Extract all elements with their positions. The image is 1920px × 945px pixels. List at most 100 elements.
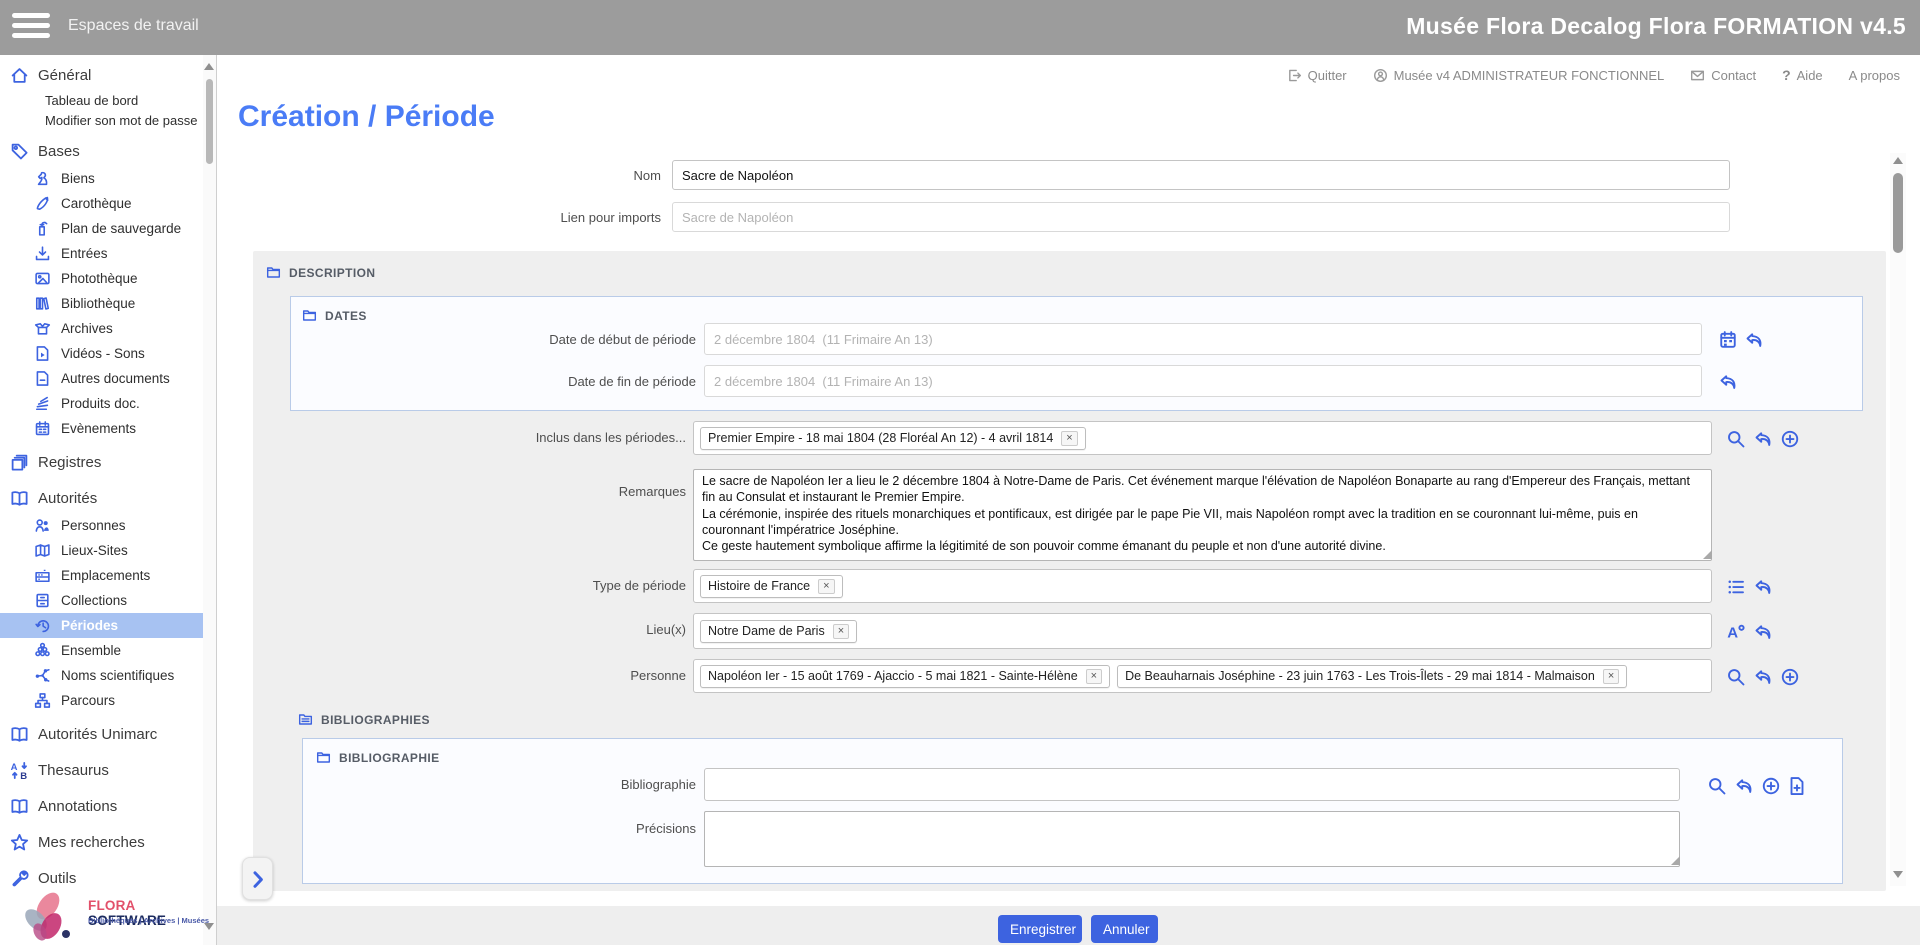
sidebar-item-noms-scientifiques[interactable]: Noms scientifiques: [0, 663, 203, 688]
sidebar-scrollbar[interactable]: [203, 55, 216, 945]
sidebar-item-autorites-unimarc[interactable]: Autorités Unimarc: [0, 719, 203, 749]
sidebar-item-parcours[interactable]: Parcours: [0, 688, 203, 713]
chip-remove-icon[interactable]: ×: [818, 579, 834, 594]
inclus-periodes-field[interactable]: Premier Empire - 18 mai 1804 (28 Floréal…: [693, 421, 1712, 455]
new-document-icon[interactable]: [1787, 776, 1807, 796]
workspace-label: Espaces de travail: [68, 17, 199, 35]
undo-icon[interactable]: [1734, 776, 1754, 796]
nom-input[interactable]: [672, 160, 1730, 190]
chip-remove-icon[interactable]: ×: [1603, 669, 1619, 684]
folder-icon: [266, 265, 281, 280]
lien-imports-label: Lien pour imports: [380, 210, 661, 225]
apropos-link[interactable]: A propos: [1849, 68, 1900, 83]
save-button[interactable]: Enregistrer: [998, 915, 1082, 943]
add-circle-icon[interactable]: [1761, 776, 1781, 796]
sidebar-item-evenements[interactable]: Evènements: [0, 416, 203, 441]
sidebar-scrollbar-thumb[interactable]: [206, 79, 213, 164]
sidebar-item-thesaurus[interactable]: ABThesaurus: [0, 755, 203, 785]
add-circle-icon[interactable]: [1780, 429, 1800, 449]
sidebar-item-label: Produits doc.: [61, 396, 140, 411]
sidebar-item-archives[interactable]: Archives: [0, 316, 203, 341]
undo-icon[interactable]: [1718, 372, 1738, 392]
undo-icon[interactable]: [1753, 429, 1773, 449]
sidebar-item-label: Modifier son mot de passe: [45, 113, 197, 128]
hamburger-menu-icon[interactable]: [12, 13, 50, 42]
remarques-textarea[interactable]: Le sacre de Napoléon Ier a lieu le 2 déc…: [693, 469, 1712, 561]
sidebar-item-produits-doc[interactable]: Produits doc.: [0, 391, 203, 416]
precisions-textarea[interactable]: [704, 811, 1680, 867]
page-title: Création / Période: [238, 100, 495, 134]
sidebar-item-emplacements[interactable]: Emplacements: [0, 563, 203, 588]
contact-link[interactable]: Contact: [1690, 68, 1756, 83]
chess-knight-icon: [34, 170, 51, 187]
sidebar-item-registres[interactable]: Registres: [0, 447, 203, 477]
sidebar-item-autorites[interactable]: Autorités: [0, 483, 203, 513]
sidebar-item-label: Tableau de bord: [45, 93, 138, 108]
sidebar-item-collections[interactable]: Collections: [0, 588, 203, 613]
sidebar-item-ensemble[interactable]: Ensemble: [0, 638, 203, 663]
nom-label: Nom: [380, 168, 661, 183]
date-debut-input[interactable]: [704, 323, 1702, 355]
sidebar-item-label: Autorités: [38, 490, 97, 507]
sidebar-item-label: Entrées: [61, 246, 108, 261]
sidebar-item-annotations[interactable]: Annotations: [0, 791, 203, 821]
add-circle-icon[interactable]: [1780, 667, 1800, 687]
expand-panel-button[interactable]: [242, 857, 273, 900]
personne-field[interactable]: Napoléon Ier - 15 août 1769 - Ajaccio - …: [693, 659, 1712, 693]
sidebar-item-modifier-son-mot-de-passe[interactable]: Modifier son mot de passe: [0, 110, 203, 130]
sidebar-item-plan-de-sauvegarde[interactable]: Plan de sauvegarde: [0, 216, 203, 241]
sidebar-item-mes-recherches[interactable]: Mes recherches: [0, 827, 203, 857]
user-account-link[interactable]: Musée v4 ADMINISTRATEUR FONCTIONNEL: [1373, 68, 1665, 83]
sidebar-item-personnes[interactable]: Personnes: [0, 513, 203, 538]
date-fin-input[interactable]: [704, 365, 1702, 397]
sidebar-item-label: Biens: [61, 171, 95, 186]
undo-icon[interactable]: [1753, 667, 1773, 687]
scroll-up-icon[interactable]: [204, 63, 214, 70]
main-scrollbar[interactable]: [1890, 153, 1906, 886]
sidebar-item-phototheque[interactable]: Photothèque: [0, 266, 203, 291]
type-periode-field[interactable]: Histoire de France ×: [693, 569, 1712, 603]
flora-software-logo: FLORA SOFTWARE Bibliothèques | Archives …: [18, 890, 203, 945]
sidebar-item-carotheque[interactable]: Carothèque: [0, 191, 203, 216]
undo-icon[interactable]: [1744, 330, 1764, 350]
sidebar-item-general[interactable]: Général: [0, 60, 203, 90]
calendar-picker-icon[interactable]: [1718, 330, 1738, 350]
date-debut-label: Date de début de période: [400, 332, 696, 347]
lieux-field[interactable]: Notre Dame de Paris ×: [693, 613, 1712, 649]
sidebar-item-outils[interactable]: Outils: [0, 863, 203, 893]
search-icon[interactable]: [1726, 429, 1746, 449]
scroll-down-icon[interactable]: [1893, 871, 1903, 878]
sidebar-item-lieux-sites[interactable]: Lieux-Sites: [0, 538, 203, 563]
sidebar-item-bases[interactable]: Bases: [0, 136, 203, 166]
home-icon: [10, 66, 29, 85]
bibliographie-input[interactable]: [704, 768, 1680, 801]
search-icon[interactable]: [1726, 667, 1746, 687]
quitter-link[interactable]: Quitter: [1287, 68, 1347, 83]
star-icon: [10, 833, 29, 852]
list-icon[interactable]: [1726, 577, 1746, 597]
cancel-button[interactable]: Annuler: [1091, 915, 1158, 943]
chip-remove-icon[interactable]: ×: [1086, 669, 1102, 684]
sidebar-item-bibliotheque[interactable]: Bibliothèque: [0, 291, 203, 316]
butterfly-logo-icon: [18, 890, 76, 945]
chip-remove-icon[interactable]: ×: [1061, 431, 1077, 446]
hierarchy-icon: [34, 692, 51, 709]
alphabetical-index-icon[interactable]: A: [1726, 622, 1746, 642]
sidebar-item-tableau-de-bord[interactable]: Tableau de bord: [0, 90, 203, 110]
periode-chip: Premier Empire - 18 mai 1804 (28 Floréal…: [700, 427, 1086, 450]
aide-link[interactable]: ? Aide: [1782, 67, 1823, 83]
sidebar-item-videos-sons[interactable]: Vidéos - Sons: [0, 341, 203, 366]
sidebar-item-autres-documents[interactable]: Autres documents: [0, 366, 203, 391]
sidebar-item-biens[interactable]: Biens: [0, 166, 203, 191]
sidebar-item-periodes[interactable]: Périodes: [0, 613, 203, 638]
sidebar-item-label: Mes recherches: [38, 834, 145, 851]
lien-imports-input[interactable]: [672, 202, 1730, 232]
bibliographie-section-title: BIBLIOGRAPHIE: [316, 750, 440, 765]
sidebar-item-entrees[interactable]: Entrées: [0, 241, 203, 266]
main-scrollbar-thumb[interactable]: [1893, 173, 1903, 253]
undo-icon[interactable]: [1753, 577, 1773, 597]
undo-icon[interactable]: [1753, 622, 1773, 642]
chip-remove-icon[interactable]: ×: [833, 624, 849, 639]
search-icon[interactable]: [1707, 776, 1727, 796]
scroll-up-icon[interactable]: [1893, 157, 1903, 164]
